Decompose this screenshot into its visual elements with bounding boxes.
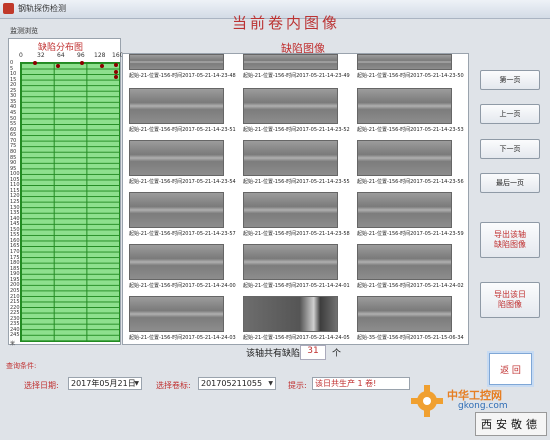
query-conditions-label: 查询条件: [6,362,37,370]
defect-image-caption: 起始-21-位置-156-时间2017-05-21-14-23-55 [243,179,350,185]
defect-image[interactable] [129,54,224,70]
defect-image-caption: 起始-21-位置-156-时间2017-05-21-14-23-52 [243,127,350,133]
window-title: 钢轨探伤检测 [18,4,66,13]
date-select-value: 2017年05月21日 [71,379,136,388]
y-tick-label: 245 [10,332,20,339]
gear-icon [411,385,443,417]
chevron-down-icon: ▼ [268,380,273,387]
defect-image-thumb[interactable]: 起始-35-位置-156-时间2017-05-21-15-06-34 [357,296,464,341]
page-heading: 当前卷内图像 [232,14,341,32]
x-tick-label: 0 [19,52,23,59]
chevron-down-icon: ▼ [134,380,139,387]
defect-image[interactable] [243,88,338,124]
defect-image-thumb[interactable]: 起始-21-位置-156-时间2017-05-21-14-23-48 [129,54,236,79]
defect-image[interactable] [243,140,338,176]
x-tick-label: 96 [77,52,85,59]
defect-image-thumb[interactable]: 起始-21-位置-156-时间2017-05-21-14-23-50 [357,54,464,79]
defect-image-caption: 起始-21-位置-156-时间2017-05-21-14-23-58 [243,231,350,237]
app-icon [3,3,14,14]
defect-image-thumb[interactable]: 起始-21-位置-156-时间2017-05-21-14-23-53 [357,88,464,133]
tip-box: 该日共生产 1 卷! [312,377,410,390]
defect-image-caption: 起始-21-位置-156-时间2017-05-21-14-23-53 [357,127,464,133]
defect-images-panel: ▲ ▼ 起始-21-位置-156-时间2017-05-21-14-23-48起始… [122,53,469,345]
defect-count-label: 该轴共有缺陷 [246,349,301,359]
defect-image[interactable] [129,88,224,124]
return-button[interactable]: 返 回 [489,353,532,385]
defect-image-caption: 起始-21-位置-156-时间2017-05-21-14-24-02 [357,283,464,289]
defect-image-caption: 起始-21-位置-156-时间2017-05-21-14-23-49 [243,73,350,79]
next-page-button[interactable]: 下一页 [480,139,540,159]
defect-image-caption: 起始-35-位置-156-时间2017-05-21-15-06-34 [357,335,464,341]
defect-image-thumb[interactable]: 起始-21-位置-156-时间2017-05-21-14-24-05 [243,296,350,341]
watermark-logo: 西安敬德 [475,412,547,436]
export-axis-images-button[interactable]: 导出该轴 缺陷图像 [480,222,540,258]
x-tick-label: 32 [37,52,45,59]
defect-image[interactable] [243,296,338,332]
defect-image[interactable] [357,88,452,124]
x-tick-label: 128 [94,52,106,59]
defect-dot[interactable] [33,61,37,65]
defect-image-thumb[interactable]: 起始-21-位置-156-时间2017-05-21-14-23-49 [243,54,350,79]
defect-image[interactable] [243,192,338,228]
first-page-button[interactable]: 第一页 [480,70,540,90]
defect-map-grid[interactable] [20,62,120,342]
watermark-site: gkong.com [458,401,508,411]
defect-dot[interactable] [114,74,118,79]
defect-image[interactable] [357,296,452,332]
defect-image[interactable] [129,140,224,176]
date-label: 选择日期: [24,381,59,390]
defect-image-thumb[interactable]: 起始-21-位置-156-时间2017-05-21-14-24-02 [357,244,464,289]
defect-image[interactable] [129,244,224,280]
defect-image[interactable] [129,192,224,228]
defect-count-unit: 个 [332,349,342,359]
prev-page-button[interactable]: 上一页 [480,104,540,124]
defect-image-caption: 起始-21-位置-156-时间2017-05-21-14-23-48 [129,73,236,79]
defect-image-thumb[interactable]: 起始-21-位置-156-时间2017-05-21-14-24-03 [129,296,236,341]
x-tick-label: 64 [57,52,65,59]
defect-image[interactable] [357,192,452,228]
export-day-images-button[interactable]: 导出该日 陷图像 [480,282,540,318]
defect-image-caption: 起始-21-位置-156-时间2017-05-21-14-24-03 [129,335,236,341]
defect-image[interactable] [243,244,338,280]
defect-image[interactable] [357,54,452,70]
defect-image[interactable] [357,244,452,280]
defect-image-thumb[interactable]: 起始-21-位置-156-时间2017-05-21-14-23-56 [357,140,464,185]
defect-image-thumb[interactable]: 起始-21-位置-156-时间2017-05-21-14-23-58 [243,192,350,237]
defect-image-caption: 起始-21-位置-156-时间2017-05-21-14-23-56 [357,179,464,185]
defect-image-caption: 起始-21-位置-156-时间2017-05-21-14-23-51 [129,127,236,133]
defect-image[interactable] [129,296,224,332]
volume-select[interactable]: 201705211055 ▼ [198,377,276,390]
defect-image[interactable] [243,54,338,70]
defect-count-value: 31 [300,345,326,360]
date-select[interactable]: 2017年05月21日 ▼ [68,377,142,390]
tip-label: 提示: [288,381,307,390]
defect-image-thumb[interactable]: 起始-21-位置-156-时间2017-05-21-14-23-57 [129,192,236,237]
defect-image[interactable] [357,140,452,176]
defect-map-unit: 米 [10,341,16,347]
defect-image-thumb[interactable]: 起始-21-位置-156-时间2017-05-21-14-23-55 [243,140,350,185]
defect-image-caption: 起始-21-位置-156-时间2017-05-21-14-23-57 [129,231,236,237]
volume-label: 选择卷标: [156,381,191,390]
defect-image-caption: 起始-21-位置-156-时间2017-05-21-14-23-54 [129,179,236,185]
last-page-button[interactable]: 最后一页 [480,173,540,193]
defect-image-thumb[interactable]: 起始-21-位置-156-时间2017-05-21-14-24-00 [129,244,236,289]
defect-image-caption: 起始-21-位置-156-时间2017-05-21-14-24-05 [243,335,350,341]
defect-image-thumb[interactable]: 起始-21-位置-156-时间2017-05-21-14-23-59 [357,192,464,237]
defect-image-caption: 起始-21-位置-156-时间2017-05-21-14-23-59 [357,231,464,237]
defect-image-thumb[interactable]: 起始-21-位置-156-时间2017-05-21-14-24-01 [243,244,350,289]
defect-image-thumb[interactable]: 起始-21-位置-156-时间2017-05-21-14-23-51 [129,88,236,133]
defect-image-thumb[interactable]: 起始-21-位置-156-时间2017-05-21-14-23-52 [243,88,350,133]
defect-image-caption: 起始-21-位置-156-时间2017-05-21-14-24-01 [243,283,350,289]
volume-select-value: 201705211055 [201,379,263,388]
panel-caption: 监测浏览 [10,27,38,35]
defect-image-thumb[interactable]: 起始-21-位置-156-时间2017-05-21-14-23-54 [129,140,236,185]
defect-image-caption: 起始-21-位置-156-时间2017-05-21-14-23-50 [357,73,464,79]
defect-image-caption: 起始-21-位置-156-时间2017-05-21-14-24-00 [129,283,236,289]
